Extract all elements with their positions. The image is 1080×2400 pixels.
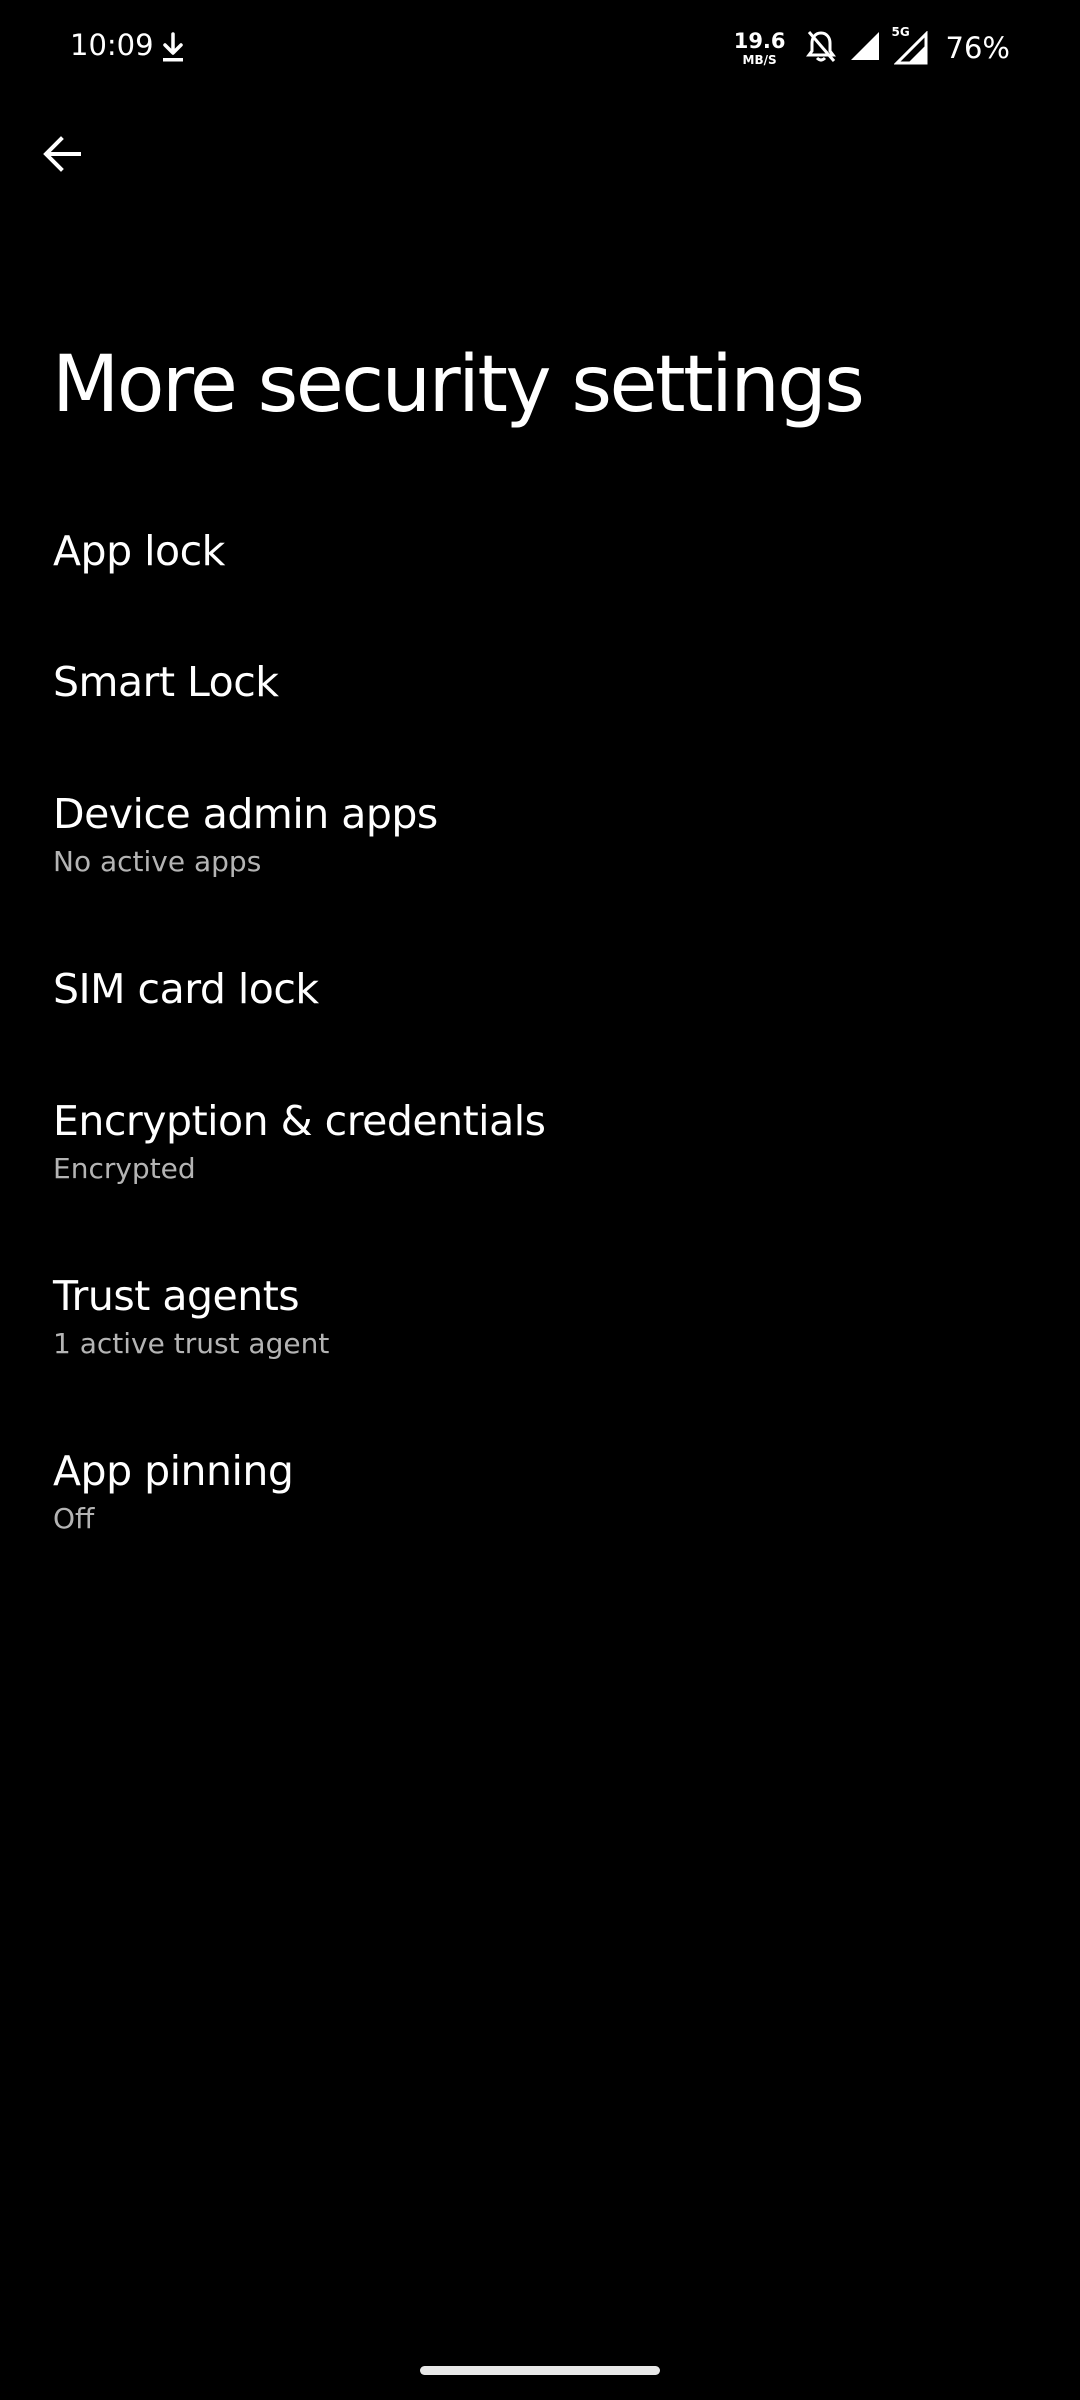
network-speed-unit: MB/S	[742, 52, 777, 67]
network-speed-value: 19.6	[733, 28, 786, 53]
settings-item-title: App pinning	[53, 1447, 294, 1495]
settings-item-summary: No active apps	[53, 845, 262, 879]
signal-icon	[850, 31, 880, 65]
settings-item-title: Encryption & credentials	[53, 1097, 546, 1145]
settings-item-app-pinning[interactable]: App pinning Off	[0, 1447, 1080, 1536]
status-time: 10:09	[70, 28, 154, 62]
back-button[interactable]	[26, 118, 98, 190]
settings-item-title: SIM card lock	[53, 965, 319, 1013]
notifications-off-icon	[805, 29, 836, 67]
status-bar: 10:09 19.6 MB/S 5G 76%	[0, 0, 1080, 100]
settings-item-app-lock[interactable]: App lock	[0, 527, 1080, 576]
signal-5g-icon: 5G	[892, 25, 928, 65]
settings-item-sim-card-lock[interactable]: SIM card lock	[0, 965, 1080, 1014]
settings-item-title: App lock	[53, 527, 225, 575]
download-icon	[160, 30, 186, 66]
settings-item-trust-agents[interactable]: Trust agents 1 active trust agent	[0, 1272, 1080, 1361]
settings-item-title: Trust agents	[53, 1272, 300, 1320]
settings-item-summary: Encrypted	[53, 1152, 196, 1186]
settings-item-smart-lock[interactable]: Smart Lock	[0, 658, 1080, 707]
arrow-back-icon	[43, 136, 81, 172]
network-speed: 19.6 MB/S	[733, 28, 786, 67]
settings-item-device-admin-apps[interactable]: Device admin apps No active apps	[0, 790, 1080, 879]
network-type-label: 5G	[891, 25, 910, 39]
settings-item-summary: 1 active trust agent	[53, 1327, 330, 1361]
settings-item-encryption-credentials[interactable]: Encryption & credentials Encrypted	[0, 1097, 1080, 1186]
page-title: More security settings	[52, 340, 865, 430]
status-icons: 19.6 MB/S 5G 76%	[734, 22, 1010, 74]
gesture-navigation-bar[interactable]	[420, 2366, 660, 2375]
battery-level: 76%	[945, 31, 1010, 65]
settings-item-title: Smart Lock	[53, 658, 279, 706]
settings-item-title: Device admin apps	[53, 790, 438, 838]
settings-item-summary: Off	[53, 1502, 95, 1536]
